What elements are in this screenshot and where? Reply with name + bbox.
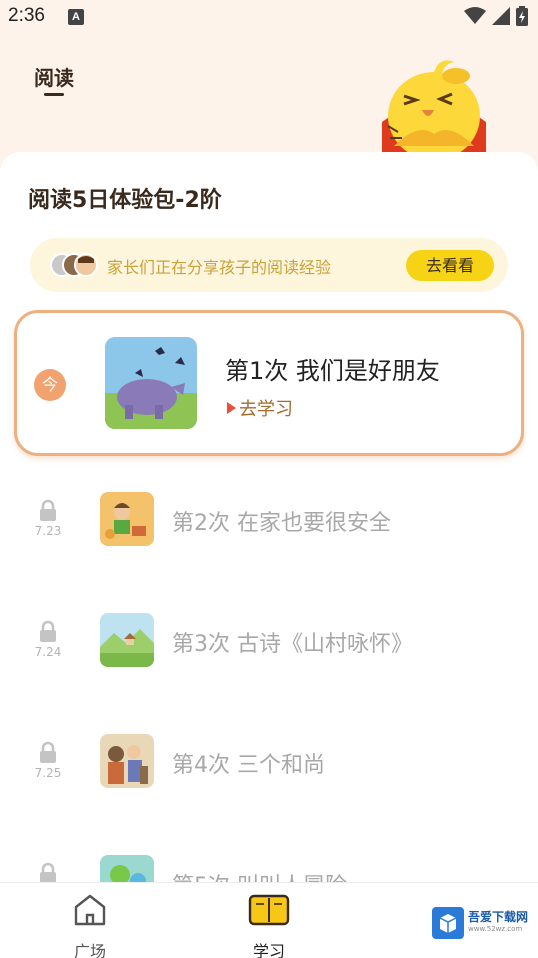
watermark-logo: 吾爱下载网 www.52wz.com [432, 905, 532, 941]
go-see-button[interactable]: 去看看 [406, 250, 494, 281]
chick-mascot-image [382, 60, 486, 156]
lesson-4-title: 第4次 三个和尚 [172, 753, 325, 778]
lesson-1-title: 第1次 我们是好朋友 [225, 357, 440, 385]
lesson-row-3[interactable]: 7.24 第3次 古诗《山村咏怀》 [0, 613, 538, 673]
nav-square-label: 广场 [73, 942, 106, 958]
lesson-2-title: 第2次 在家也要很安全 [172, 511, 391, 536]
course-card: 阅读5日体验包-2阶 家长们正在分享孩子的阅读经验 去看看 今 第1次 我们是好… [0, 152, 538, 882]
lesson-3-cover-image [100, 613, 154, 667]
battery-icon [516, 6, 528, 26]
lesson-row-2[interactable]: 7.23 第2次 在家也要很安全 [0, 492, 538, 552]
status-time: 2:36 [8, 5, 45, 26]
book-icon [248, 894, 290, 926]
lesson-row-4[interactable]: 7.25 第4次 三个和尚 [0, 734, 538, 794]
bottom-nav: 广场 学习 吾爱下载网 www.52wz.com [0, 882, 538, 958]
course-title: 阅读5日体验包-2阶 [28, 188, 222, 213]
parent-avatars-icon [50, 253, 98, 277]
unlock-date: 7.23 [34, 524, 62, 538]
lesson-3-title: 第3次 古诗《山村咏怀》 [172, 632, 413, 657]
unlock-date: 7.24 [34, 645, 62, 659]
lock-icon [40, 862, 56, 882]
unlock-date: 7.25 [34, 766, 62, 780]
today-badge: 今 [34, 369, 66, 401]
watermark-box-icon [432, 907, 464, 939]
play-arrow-icon [227, 402, 236, 414]
wifi-icon [464, 7, 486, 24]
lock-icon [40, 620, 56, 642]
nav-study[interactable]: 学习 [229, 889, 309, 958]
status-icons [464, 6, 528, 26]
lock-icon [40, 499, 56, 521]
watermark-subtext: www.52wz.com [468, 925, 523, 933]
share-text: 家长们正在分享孩子的阅读经验 [107, 258, 332, 277]
go-study-label: 去学习 [239, 399, 293, 420]
lesson-row-5[interactable]: 第5次 叫叫人冒险 [0, 855, 538, 882]
tab-underline [44, 93, 64, 96]
lesson-1-cover-image [105, 337, 197, 429]
nav-square[interactable]: 广场 [50, 889, 130, 958]
signal-icon [492, 7, 510, 25]
lesson-5-title: 第5次 叫叫人冒险 [172, 868, 347, 882]
lesson-5-cover-image [100, 855, 154, 882]
home-icon [74, 894, 106, 926]
nav-study-label: 学习 [252, 942, 285, 958]
notification-icon: A [68, 9, 84, 25]
lesson-2-cover-image [100, 492, 154, 546]
lesson-card-1[interactable]: 今 第1次 我们是好朋友 去学习 [14, 310, 524, 456]
share-banner[interactable]: 家长们正在分享孩子的阅读经验 去看看 [30, 238, 508, 292]
status-bar: 2:36 A [0, 0, 538, 34]
watermark-text: 吾爱下载网 [468, 910, 529, 924]
lesson-4-cover-image [100, 734, 154, 788]
go-study-link[interactable]: 去学习 [227, 395, 293, 421]
lock-icon [40, 741, 56, 763]
tab-reading[interactable]: 阅读 [34, 62, 74, 91]
